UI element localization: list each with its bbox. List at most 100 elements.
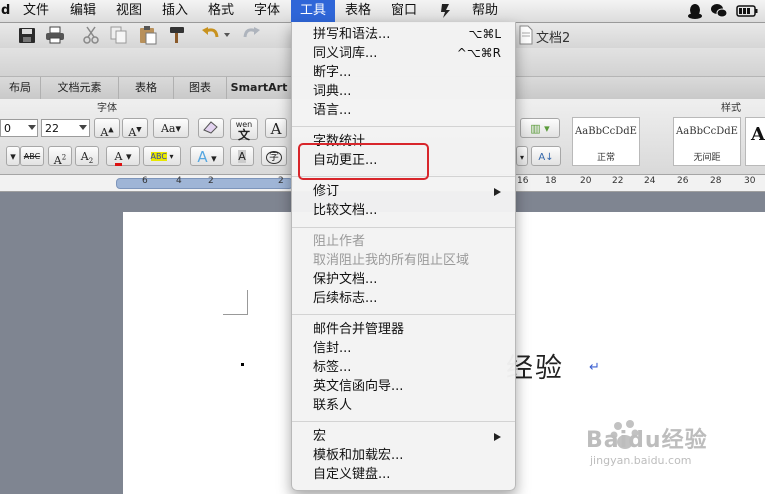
menu-item-shortcut: ^⌥⌘R [456,46,501,60]
ribbon-divider-dropdown[interactable]: ▾ [516,146,528,166]
save-icon[interactable] [16,25,38,45]
divider-icon: ▾ [10,150,16,163]
style-heading-partial[interactable]: A [745,117,765,166]
menu-view[interactable]: 视图 [116,0,142,22]
wechat-icon[interactable] [710,2,728,20]
style-normal[interactable]: AaBbCcDdE 正常 [572,117,640,166]
font-color-button[interactable]: A ▾ [106,146,140,166]
menu-file[interactable]: 文件 [23,0,49,22]
cut-icon[interactable] [80,25,102,45]
font-name-dropdown-icon[interactable] [28,125,36,130]
menu-item-label: 自定义键盘... [313,467,391,482]
undo-dropdown-icon[interactable] [224,33,230,37]
columns-button[interactable]: ▥ ▾ [520,118,560,138]
tools-menu: 拼写和语法... ⌥⌘L 同义词库... ^⌥⌘R 断字... 词典... 语言..… [291,22,516,491]
submenu-arrow-icon [494,433,501,441]
ruler-label: 20 [580,176,592,186]
menu-item-label: 保护文档... [313,272,378,287]
menu-item-dictionary[interactable]: 词典... [292,82,515,101]
grow-font-button[interactable]: A▲ [94,118,120,139]
menu-item-language[interactable]: 语言... [292,101,515,120]
menu-item-label: 信封... [313,341,352,356]
copy-icon[interactable] [108,25,130,45]
menu-item-compare-documents[interactable]: 比较文档... [292,201,515,220]
char-shading-icon: A [238,150,246,163]
ruler-label: 26 [677,176,689,186]
sort-button[interactable]: A↓ [531,146,561,166]
qq-icon[interactable] [686,2,704,20]
superscript-button[interactable]: A2 [48,146,72,167]
menu-item-letter-wizard[interactable]: 英文信函向导... [292,377,515,396]
tab-charts[interactable]: 图表 [174,77,227,99]
app-menu[interactable]: d [1,0,10,22]
margin-corner-mark [223,290,248,315]
script-icon[interactable] [437,2,455,20]
menu-window[interactable]: 窗口 [391,0,417,22]
style-no-spacing-sample: AaBbCcDdE [676,126,738,137]
ruler-label: 18 [545,176,557,186]
menu-font[interactable]: 字体 [254,0,280,22]
change-case-button[interactable]: Aa▾ [153,118,189,138]
print-icon[interactable] [44,25,66,45]
ruler-label: 24 [644,176,656,186]
shrink-font-button[interactable]: A▼ [122,118,148,139]
menu-item-label: 英文信函向导... [313,379,404,394]
menu-item-protect-document[interactable]: 保护文档... [292,270,515,289]
ruler-label: 2 [278,176,284,186]
shrink-font-icon: A▼ [128,125,142,139]
style-no-spacing[interactable]: AaBbCcDdE 无间距 [673,117,741,166]
menu-item-unblock-all: 取消阻止我的所有阻止区域 [292,251,515,270]
menu-item-label: 修订 [313,184,340,199]
phonetic-guide-button[interactable]: wen 文 [230,118,258,142]
menu-separator [292,126,515,127]
style-heading-sample: A [751,124,765,145]
menu-format[interactable]: 格式 [208,0,234,22]
font-size-dropdown-icon[interactable] [79,125,87,130]
ruler-label: 22 [612,176,624,186]
clear-format-button[interactable] [198,118,224,138]
redo-icon[interactable] [240,25,262,45]
menu-item-templates-addins[interactable]: 模板和加载宏... [292,446,515,465]
menu-item-customize-keyboard[interactable]: 自定义键盘... [292,465,515,484]
tab-layout[interactable]: 布局 [0,77,41,99]
strikethrough-button[interactable]: ABC [20,146,44,166]
text-effects-button[interactable]: A ▾ [190,146,224,166]
ruler-label: 30 [744,176,756,186]
phonetic-guide-icon: wen 文 [235,120,253,142]
annotation-highlight-box [298,143,429,180]
menu-item-mail-merge[interactable]: 邮件合并管理器 [292,320,515,339]
menu-item-track-changes[interactable]: 修订 [292,182,515,201]
undo-icon[interactable] [200,25,222,45]
enclose-chars-icon: 字 [266,151,282,164]
eraser-icon [203,121,218,134]
menu-tools[interactable]: 工具 [291,0,336,22]
menu-item-labels[interactable]: 标签... [292,358,515,377]
menu-insert[interactable]: 插入 [162,0,188,22]
menu-table[interactable]: 表格 [345,0,371,22]
enclose-chars-button[interactable]: 字 [261,146,287,166]
paste-icon[interactable] [137,25,159,45]
style-no-spacing-name: 无间距 [693,153,721,163]
format-painter-icon[interactable] [166,25,188,45]
battery-icon[interactable] [736,2,758,20]
char-shading-button[interactable]: A [230,146,254,166]
tab-smartart[interactable]: SmartArt [227,77,291,99]
highlight-button[interactable]: ABC ▾ [143,146,181,166]
enclosed-char-button[interactable]: A [265,118,287,138]
menu-edit[interactable]: 编辑 [70,0,96,22]
strikethrough-left-button[interactable]: ▾ [6,146,20,166]
menu-item-envelopes[interactable]: 信封... [292,339,515,358]
menu-item-follow-up-flag[interactable]: 后续标志... [292,289,515,308]
ruler-label: 16 [517,176,529,186]
menu-item-spelling-grammar[interactable]: 拼写和语法... ⌥⌘L [292,25,515,44]
subscript-button[interactable]: A2 [75,146,99,166]
columns-icon: ▥ ▾ [530,122,550,135]
menu-help[interactable]: 帮助 [472,0,498,22]
tab-tables[interactable]: 表格 [119,77,174,99]
menu-item-contacts[interactable]: 联系人 [292,396,515,415]
menu-item-thesaurus[interactable]: 同义词库... ^⌥⌘R [292,44,515,63]
menu-item-macros[interactable]: 宏 [292,427,515,446]
subscript-icon: A2 [80,150,94,166]
menu-item-hyphenation[interactable]: 断字... [292,63,515,82]
tab-document-elements[interactable]: 文档元素 [41,77,119,99]
